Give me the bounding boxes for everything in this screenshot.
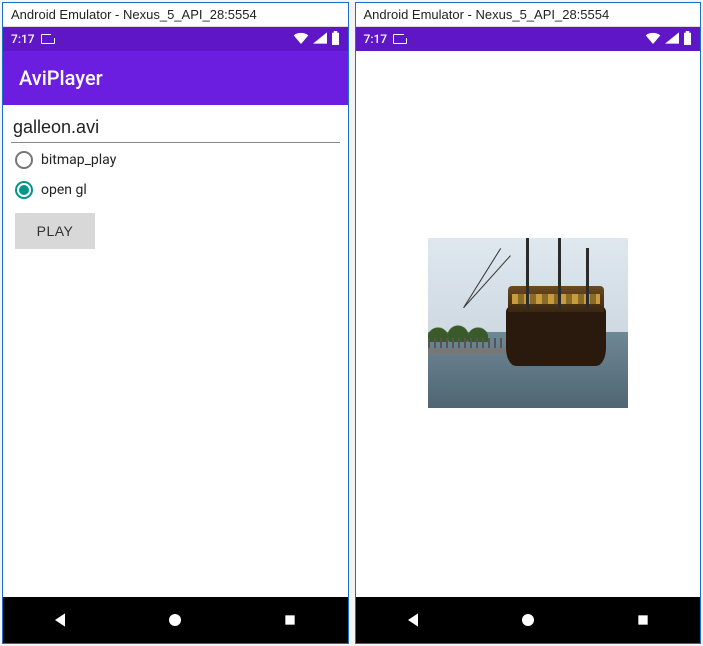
radio-bitmap-play[interactable]: bitmap_play (11, 143, 340, 173)
window-title: Android Emulator - Nexus_5_API_28:5554 (356, 3, 701, 27)
status-time: 7:17 (364, 32, 388, 46)
wifi-icon (293, 32, 309, 47)
window-title: Android Emulator - Nexus_5_API_28:5554 (3, 3, 348, 27)
battery-icon (331, 31, 340, 48)
sd-card-icon (41, 34, 55, 44)
emulator-window-right: Android Emulator - Nexus_5_API_28:5554 7… (355, 2, 702, 644)
content-area: bitmap_play open gl PLAY (3, 105, 348, 597)
sd-card-icon (393, 34, 407, 44)
nav-home-button[interactable] (150, 611, 200, 629)
video-playback-area (356, 51, 701, 597)
app-bar: AviPlayer (3, 51, 348, 105)
video-frame (428, 238, 628, 408)
navigation-bar (3, 597, 348, 643)
navigation-bar (356, 597, 701, 643)
emulator-window-left: Android Emulator - Nexus_5_API_28:5554 7… (2, 2, 349, 644)
signal-icon (313, 32, 327, 47)
play-button[interactable]: PLAY (15, 213, 95, 249)
radio-label: open gl (41, 182, 87, 198)
radio-open-gl[interactable]: open gl (11, 173, 340, 203)
status-time: 7:17 (11, 32, 35, 46)
nav-recent-button[interactable] (618, 612, 668, 628)
radio-icon (15, 151, 33, 169)
status-bar: 7:17 (3, 27, 348, 51)
phone-screen: 7:17 (356, 27, 701, 643)
battery-icon (683, 31, 692, 48)
status-bar: 7:17 (356, 27, 701, 51)
radio-icon (15, 181, 33, 199)
signal-icon (665, 32, 679, 47)
wifi-icon (645, 32, 661, 47)
nav-back-button[interactable] (35, 610, 85, 630)
radio-label: bitmap_play (41, 152, 116, 168)
nav-back-button[interactable] (388, 610, 438, 630)
nav-home-button[interactable] (503, 611, 553, 629)
phone-screen: 7:17 AviPlayer bitmap_play (3, 27, 348, 643)
app-title: AviPlayer (19, 66, 103, 90)
filename-input[interactable] (11, 111, 340, 143)
nav-recent-button[interactable] (265, 612, 315, 628)
